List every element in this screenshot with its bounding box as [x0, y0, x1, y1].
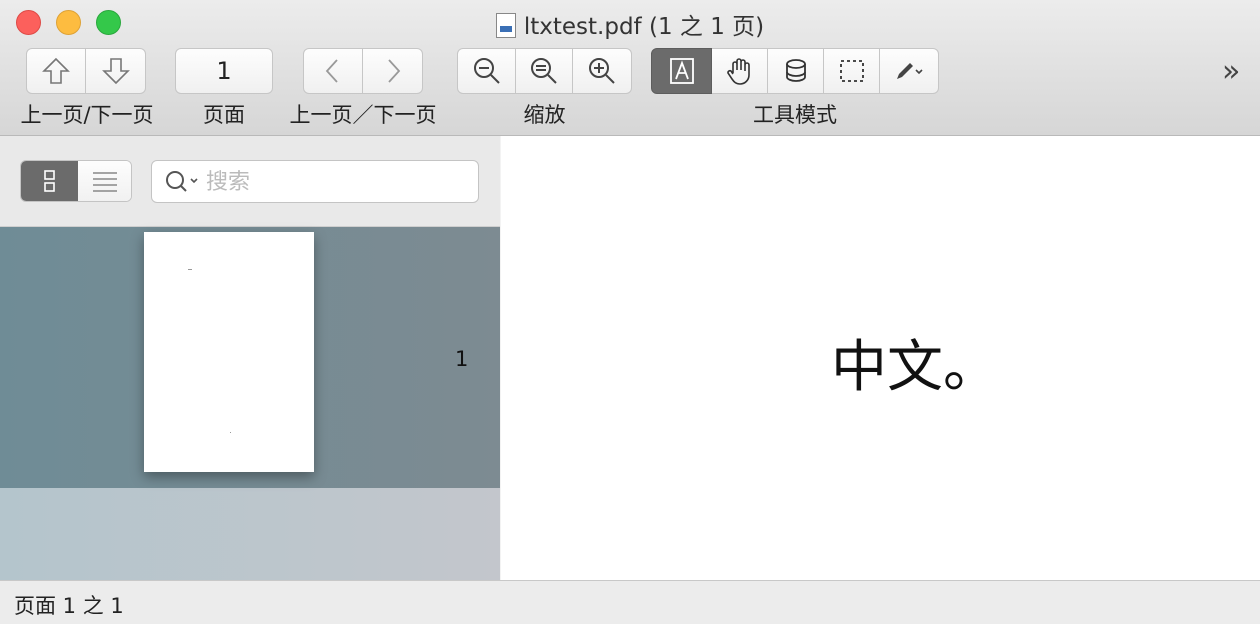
- zoom-out-icon: [473, 58, 500, 84]
- toolbar-overflow-button[interactable]: »: [1222, 54, 1240, 89]
- chevron-right-icon: [387, 59, 400, 83]
- page-down-button[interactable]: [86, 48, 146, 94]
- back-forward-label: 上一页／下一页: [289, 103, 437, 127]
- search-field[interactable]: [151, 160, 479, 203]
- zoom-in-icon: [589, 58, 615, 84]
- zoom-in-button[interactable]: [573, 48, 632, 94]
- page-status: 页面 1 之 1: [14, 594, 124, 618]
- thumbnail-page-number: 1: [455, 347, 469, 371]
- chevron-left-icon: [325, 59, 338, 83]
- actual-size-icon: [531, 58, 557, 84]
- thumbnail-grid-icon: [44, 170, 55, 192]
- sidebar: 1: [0, 136, 500, 580]
- list-icon: [93, 172, 117, 192]
- arrow-up-icon: [42, 57, 70, 84]
- thumbnail-view-button[interactable]: [21, 161, 78, 201]
- document-view[interactable]: 中文。: [501, 136, 1260, 580]
- document-text: 中文。: [831, 335, 999, 400]
- zoom-out-button[interactable]: [457, 48, 516, 94]
- toolbar: ltxtest.pdf (1 之 1 页) 上一页/下一页 1 页面 上一页／下…: [0, 0, 1260, 136]
- prev-next-label: 上一页/下一页: [20, 103, 154, 127]
- thumbnail-row-selected[interactable]: 1: [0, 227, 500, 488]
- page-up-button[interactable]: [26, 48, 86, 94]
- page-thumbnail[interactable]: [144, 232, 314, 472]
- markup-tool-button[interactable]: [880, 48, 939, 94]
- hand-icon: [726, 58, 750, 85]
- rectangle-select-tool-button[interactable]: [824, 48, 880, 94]
- thumbnail-text-mark: [188, 269, 192, 270]
- window-title: ltxtest.pdf (1 之 1 页): [0, 7, 1260, 41]
- stamp-icon: [785, 59, 806, 82]
- list-view-button[interactable]: [78, 161, 131, 201]
- select-area-tool-button[interactable]: [768, 48, 824, 94]
- back-button[interactable]: [303, 48, 363, 94]
- sidebar-header: [0, 136, 500, 227]
- search-icon: [166, 171, 198, 192]
- pdf-document-icon: [495, 13, 516, 38]
- thumbnail-list: 1: [0, 227, 500, 580]
- zoom-label: 缩放: [523, 103, 566, 127]
- forward-button[interactable]: [363, 48, 423, 94]
- tool-mode-label: 工具模式: [753, 103, 837, 127]
- preview-window: ltxtest.pdf (1 之 1 页) 上一页/下一页 1 页面 上一页／下…: [0, 0, 1260, 624]
- sidebar-view-toggle: [20, 160, 132, 202]
- text-selection-tool-button[interactable]: [651, 48, 712, 94]
- arrow-down-icon: [101, 58, 130, 85]
- text-select-icon: [669, 58, 694, 84]
- status-bar: 页面 1 之 1: [0, 580, 1260, 624]
- thumbnail-footer-mark: [230, 432, 231, 433]
- actual-size-button[interactable]: [516, 48, 573, 94]
- move-tool-button[interactable]: [712, 48, 768, 94]
- page-label: 页面: [203, 103, 245, 127]
- pen-dropdown-icon: [897, 63, 923, 79]
- search-input[interactable]: [206, 165, 466, 199]
- marquee-select-icon: [839, 60, 864, 82]
- page-number-field[interactable]: 1: [175, 48, 273, 94]
